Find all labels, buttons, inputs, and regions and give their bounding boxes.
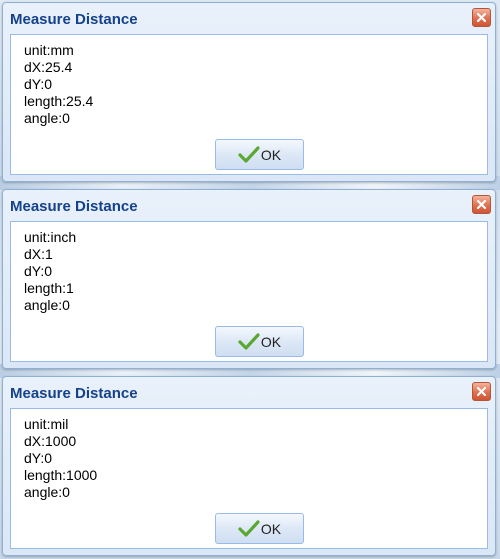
close-icon xyxy=(476,386,487,397)
dx-line: dX:1 xyxy=(24,246,53,262)
ok-button[interactable]: OK xyxy=(215,139,304,170)
angle-line: angle:0 xyxy=(24,484,70,500)
length-line: length:1 xyxy=(24,280,74,296)
close-icon xyxy=(476,199,487,210)
dy-line: dY:0 xyxy=(24,76,53,92)
checkmark-icon xyxy=(238,145,260,163)
unit-line: unit:mil xyxy=(24,416,69,432)
dialog-body: unit:inch dX:1 dY:0 length:1 angle:0 OK xyxy=(10,221,488,362)
ok-button[interactable]: OK xyxy=(215,326,304,357)
angle-line: angle:0 xyxy=(24,297,70,313)
measurement-readout: unit:mm dX:25.4 dY:0 length:25.4 angle:0 xyxy=(24,42,93,127)
dy-line: dY:0 xyxy=(24,450,53,466)
measure-distance-dialog-inch: Measure Distance unit:inch dX:1 dY:0 len… xyxy=(2,189,496,369)
close-button[interactable] xyxy=(472,195,491,214)
dy-line: dY:0 xyxy=(24,263,53,279)
unit-line: unit:inch xyxy=(24,229,77,245)
close-button[interactable] xyxy=(472,8,491,27)
measurement-readout: unit:inch dX:1 dY:0 length:1 angle:0 xyxy=(24,229,76,314)
dialog-title: Measure Distance xyxy=(10,198,138,215)
dialog-title: Measure Distance xyxy=(10,385,138,402)
ok-button-label: OK xyxy=(260,333,282,350)
length-line: length:1000 xyxy=(24,467,98,483)
angle-line: angle:0 xyxy=(24,110,70,126)
ok-button-label: OK xyxy=(260,146,282,163)
checkmark-icon xyxy=(238,332,260,350)
dialog-title: Measure Distance xyxy=(10,11,138,28)
measurement-readout: unit:mil dX:1000 dY:0 length:1000 angle:… xyxy=(24,416,97,501)
dialog-titlebar[interactable]: Measure Distance xyxy=(3,3,495,34)
dialog-titlebar[interactable]: Measure Distance xyxy=(3,190,495,221)
checkmark-icon xyxy=(238,519,260,537)
dx-line: dX:1000 xyxy=(24,433,77,449)
ok-button[interactable]: OK xyxy=(215,513,304,544)
close-button[interactable] xyxy=(472,382,491,401)
length-line: length:25.4 xyxy=(24,93,94,109)
screen: Measure Distance unit:mm dX:25.4 dY:0 le… xyxy=(0,0,500,559)
dialog-body: unit:mil dX:1000 dY:0 length:1000 angle:… xyxy=(10,408,488,549)
dialog-titlebar[interactable]: Measure Distance xyxy=(3,377,495,408)
close-icon xyxy=(476,12,487,23)
unit-line: unit:mm xyxy=(24,42,74,58)
dialog-body: unit:mm dX:25.4 dY:0 length:25.4 angle:0… xyxy=(10,34,488,175)
measure-distance-dialog-mm: Measure Distance unit:mm dX:25.4 dY:0 le… xyxy=(2,2,496,182)
ok-button-label: OK xyxy=(260,520,282,537)
dx-line: dX:25.4 xyxy=(24,59,73,75)
measure-distance-dialog-mil: Measure Distance unit:mil dX:1000 dY:0 l… xyxy=(2,376,496,556)
